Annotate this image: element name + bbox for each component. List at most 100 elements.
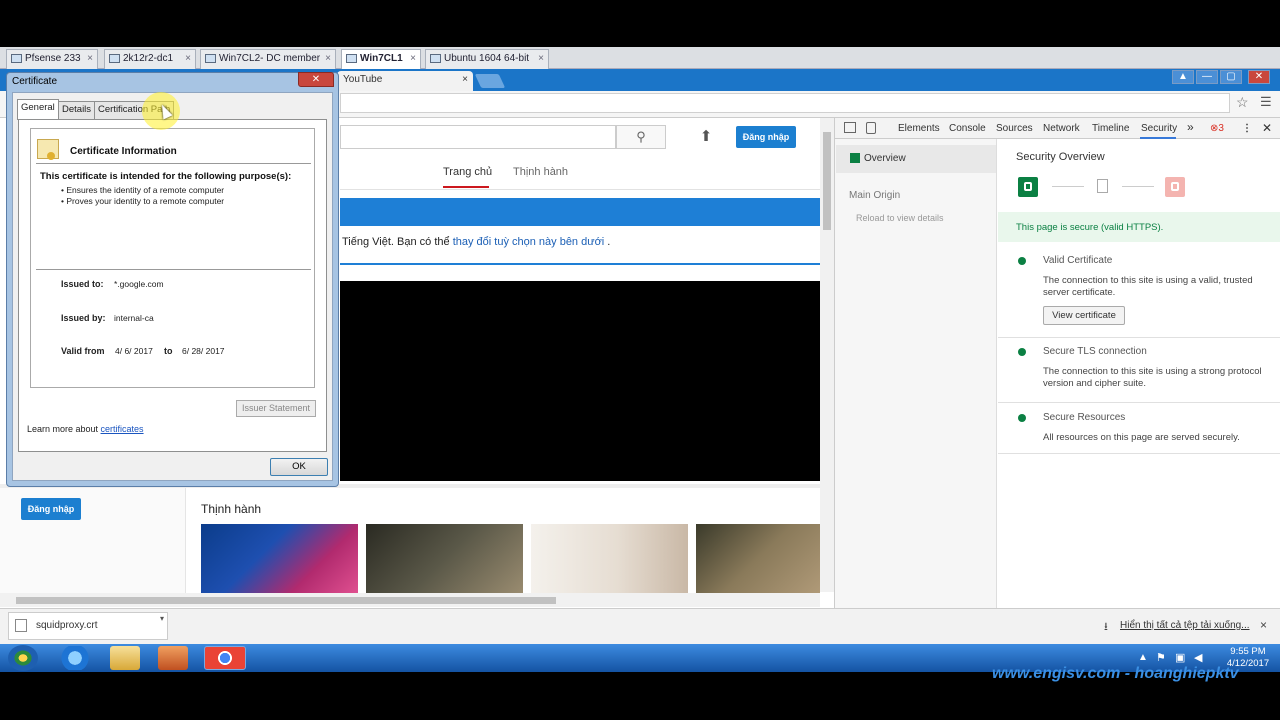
connector-line (1122, 186, 1154, 187)
ok-button[interactable]: OK (270, 458, 328, 476)
flag-icon[interactable]: ⚑ (1156, 651, 1166, 664)
certificates-link[interactable]: certificates (101, 424, 144, 434)
network-icon[interactable]: ▣ (1175, 651, 1185, 664)
media-player-icon[interactable] (158, 646, 188, 670)
scrollbar-thumb[interactable] (823, 132, 831, 230)
video-thumbnail[interactable] (366, 524, 523, 594)
menu-icon[interactable]: ☰ (1260, 94, 1272, 110)
show-all-downloads-link[interactable]: Hiển thị tất cả tệp tải xuống... (1120, 620, 1250, 631)
tab-security[interactable]: Security (1141, 123, 1177, 134)
divider (998, 453, 1280, 454)
close-icon[interactable]: × (185, 50, 191, 68)
star-icon[interactable]: ☆ (1236, 94, 1249, 111)
divider (998, 402, 1280, 403)
tab-general[interactable]: General (17, 99, 59, 120)
tab-sources[interactable]: Sources (996, 123, 1033, 134)
maximize-button[interactable]: ▢ (1220, 70, 1242, 84)
chrome-icon[interactable] (204, 646, 246, 670)
divider (36, 163, 311, 164)
scrollbar-thumb[interactable] (16, 597, 556, 604)
tab-console[interactable]: Console (949, 123, 986, 134)
language-settings-link[interactable]: thay đổi tuỳ chọn này bên dưới (453, 236, 605, 248)
vm-tab-2k12r2[interactable]: 2k12r2-dc1 × (104, 49, 196, 69)
tray-expand-icon[interactable]: ▲ (1138, 652, 1148, 663)
overview-item[interactable] (836, 145, 996, 173)
search-input[interactable] (340, 125, 616, 149)
issued-to-label: Issued to: (61, 279, 104, 289)
valid-from-label: Valid from (61, 346, 105, 356)
explorer-folder-icon[interactable] (110, 646, 140, 670)
tab-elements[interactable]: Elements (898, 123, 940, 134)
vm-tab-pfsense[interactable]: Pfsense 233 × (6, 49, 98, 69)
issued-by-label: Issued by: (61, 313, 106, 323)
purpose-item: • Ensures the identity of a remote compu… (61, 185, 225, 195)
valid-certificate-title: Valid Certificate (1043, 255, 1113, 266)
tab-network[interactable]: Network (1043, 123, 1080, 134)
purpose-heading: This certificate is intended for the fol… (40, 171, 292, 182)
address-bar[interactable] (340, 93, 1230, 113)
close-icon[interactable]: × (538, 50, 544, 68)
internet-explorer-icon[interactable] (60, 646, 90, 670)
vm-icon (430, 54, 441, 63)
inspect-icon[interactable] (844, 122, 856, 133)
volume-icon[interactable]: ◀ (1194, 651, 1202, 664)
search-button[interactable]: ⚲ (616, 125, 666, 149)
secure-lock-icon (850, 153, 860, 163)
lock-glyph (1171, 182, 1179, 191)
browser-tab-youtube[interactable]: YouTube × (337, 71, 473, 91)
tab-timeline[interactable]: Timeline (1092, 123, 1129, 134)
close-icon[interactable]: × (462, 71, 468, 89)
vm-tab-win7cl2[interactable]: Win7CL2- DC member × (200, 49, 336, 69)
language-notice-text: Tiếng Việt. Bạn có thể (342, 236, 453, 248)
close-window-button[interactable]: ✕ (1248, 70, 1270, 84)
sign-in-button[interactable]: Đăng nhập (736, 126, 796, 148)
issuer-statement-button[interactable]: Issuer Statement (236, 400, 316, 417)
watermark: www.engisv.com - hoanghiepktv (992, 665, 1239, 682)
video-thumbnail[interactable] (696, 524, 820, 594)
language-notice: Tiếng Việt. Bạn có thể thay đổi tuỳ chọn… (342, 236, 610, 248)
view-certificate-button[interactable]: View certificate (1043, 306, 1125, 325)
more-tabs-icon[interactable]: » (1187, 120, 1194, 134)
close-icon[interactable]: × (87, 50, 93, 68)
video-thumbnail[interactable] (531, 524, 688, 594)
main-origin-label: Main Origin (849, 190, 901, 201)
security-sidebar (835, 139, 997, 608)
start-button[interactable] (8, 645, 38, 671)
valid-certificate-desc: The connection to this site is using a v… (1043, 275, 1253, 298)
upload-icon[interactable]: ⬆ (696, 127, 716, 147)
vm-tab-win7cl1[interactable]: Win7CL1 × (341, 49, 421, 69)
learn-more-text: Learn more about (27, 424, 101, 434)
device-mode-icon[interactable] (866, 122, 876, 134)
chevron-down-icon[interactable]: ▾ (160, 614, 164, 623)
minimize-button[interactable]: — (1196, 70, 1218, 84)
profile-icon[interactable]: ▲ (1172, 70, 1194, 84)
download-file-name: squidproxy.crt (36, 620, 98, 631)
tls-title: Secure TLS connection (1043, 346, 1147, 357)
video-player[interactable] (340, 281, 820, 481)
tab-details[interactable]: Details (58, 101, 96, 119)
nav-trending[interactable]: Thịnh hành (513, 166, 568, 178)
divider (340, 189, 820, 190)
error-count-badge[interactable]: ⊗3 (1210, 123, 1224, 134)
close-icon[interactable]: × (325, 50, 331, 68)
resources-title: Secure Resources (1043, 412, 1126, 423)
devtools-close-icon[interactable]: ✕ (1262, 121, 1272, 135)
vm-icon (11, 54, 22, 63)
close-icon[interactable]: × (410, 50, 416, 68)
status-dot (1018, 257, 1026, 265)
close-icon[interactable]: × (1260, 618, 1267, 632)
vm-tab-label: Win7CL1 (360, 53, 403, 64)
sidebar-sign-in-button[interactable]: Đăng nhập (21, 498, 81, 520)
reload-hint: Reload to view details (856, 213, 944, 223)
vm-icon (205, 54, 216, 63)
video-thumbnail[interactable] (201, 524, 358, 594)
devtools-menu-icon[interactable]: ⋮ (1242, 123, 1252, 134)
valid-to-label: to (164, 346, 173, 356)
vm-tab-ubuntu[interactable]: Ubuntu 1604 64-bit × (425, 49, 549, 69)
trending-heading: Thịnh hành (201, 502, 262, 516)
valid-to-value: 6/ 28/ 2017 (182, 346, 225, 356)
language-notice-suffix: . (604, 236, 611, 248)
nav-home[interactable]: Trang chủ (443, 166, 492, 178)
issued-to-value: *.google.com (114, 279, 164, 289)
dialog-close-button[interactable]: ✕ (298, 72, 334, 87)
